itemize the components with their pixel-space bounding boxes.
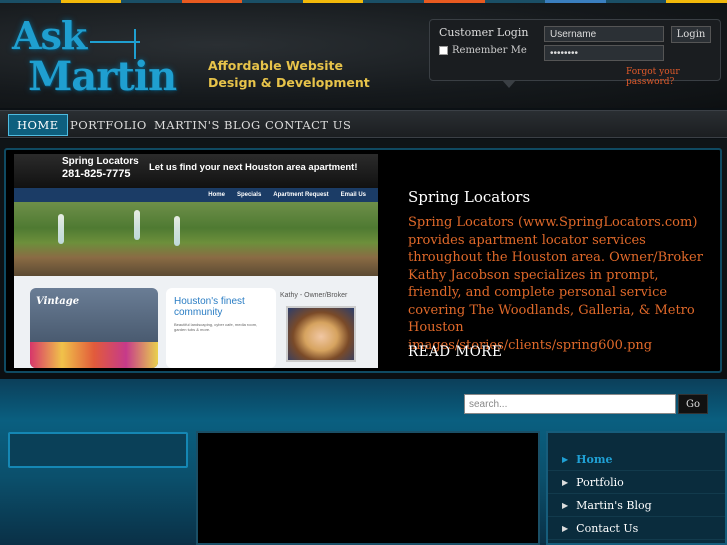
password-input[interactable] bbox=[544, 45, 664, 61]
sidebar-item-label: Home bbox=[576, 452, 613, 466]
shot-apartment-card: Vintage bbox=[30, 288, 158, 368]
forgot-password-link[interactable]: Forgot your password? bbox=[626, 67, 727, 87]
arrow-right-icon: ▶ bbox=[562, 477, 569, 487]
shot-menu-item: Home bbox=[208, 192, 225, 198]
tagline: Affordable Website Design & Development bbox=[208, 57, 370, 91]
shot-message: Let us find your next Houston area apart… bbox=[149, 162, 358, 173]
nav-item-martins-blog[interactable]: MARTIN'S BLOG bbox=[146, 114, 269, 136]
feature-title: Spring Locators bbox=[408, 188, 531, 206]
logo-ask: Ask bbox=[12, 13, 87, 58]
sidebar-item-label: Martin's Blog bbox=[576, 498, 652, 512]
nav-item-home[interactable]: HOME bbox=[8, 114, 68, 136]
shot-menu-item: Email Us bbox=[340, 192, 366, 198]
shot-menu-item: Specials bbox=[236, 192, 262, 198]
tagline-line2: Design & Development bbox=[208, 75, 370, 90]
remember-me-checkbox[interactable] bbox=[439, 46, 448, 55]
feature-screenshot[interactable]: Spring Locators 281-825-7775 Let us find… bbox=[14, 154, 378, 368]
sidebar-item-home[interactable]: ▶ Home bbox=[548, 448, 725, 471]
sidebar-item-label: Contact Us bbox=[576, 521, 639, 535]
fountain-shape bbox=[58, 214, 64, 244]
logo[interactable]: Ask Martin bbox=[10, 13, 177, 100]
fountain-shape bbox=[174, 216, 180, 246]
shot-phone: 281-825-7775 bbox=[62, 168, 131, 180]
center-content-box bbox=[196, 431, 540, 545]
shot-finest-heading: Houston's finest community bbox=[174, 296, 245, 318]
shot-kathy-label: Kathy - Owner/Broker bbox=[280, 292, 348, 299]
sidebar-item-martins-blog[interactable]: ▶ Martin's Blog bbox=[548, 494, 725, 517]
arrow-right-icon: ▶ bbox=[562, 454, 569, 464]
arrow-right-icon: ▶ bbox=[562, 500, 569, 510]
sidebar-menu: ▶ Home ▶ Portfolio ▶ Martin's Blog ▶ Con… bbox=[548, 448, 725, 540]
nav-item-contact-us[interactable]: CONTACT US bbox=[257, 114, 359, 136]
login-notch bbox=[502, 80, 516, 88]
shot-menu-item: Apartment Request bbox=[273, 192, 329, 198]
left-module-box bbox=[8, 432, 188, 468]
nav-item-portfolio[interactable]: PORTFOLIO bbox=[62, 114, 155, 136]
feature-description: Spring Locators (www.SpringLocators.com)… bbox=[408, 215, 703, 353]
search-input[interactable]: search... bbox=[464, 394, 676, 414]
shot-portrait bbox=[286, 306, 356, 362]
fountain-shape bbox=[134, 210, 140, 240]
username-input[interactable] bbox=[544, 26, 664, 42]
shot-finest-text: Beautiful landscaping, cyber cafe, media… bbox=[174, 322, 258, 332]
shot-card-title: Vintage bbox=[36, 296, 80, 307]
sidebar-item-label: Portfolio bbox=[576, 475, 624, 489]
remember-me[interactable]: Remember Me bbox=[439, 45, 527, 56]
login-button[interactable]: Login bbox=[671, 26, 711, 43]
logo-martin: Martin bbox=[28, 53, 177, 100]
main-nav: HOME PORTFOLIO MARTIN'S BLOG CONTACT US bbox=[0, 110, 727, 138]
search-go-button[interactable]: Go bbox=[678, 394, 708, 414]
shot-flowers bbox=[30, 342, 158, 368]
shot-landscape-photo bbox=[14, 202, 378, 276]
tagline-line1: Affordable Website bbox=[208, 58, 343, 73]
arrow-right-icon: ▶ bbox=[562, 523, 569, 533]
login-title: Customer Login bbox=[439, 26, 529, 39]
shot-brand: Spring Locators bbox=[62, 156, 139, 167]
shot-finest-card: Houston's finest community Beautiful lan… bbox=[166, 288, 276, 368]
logo-cross-horizontal bbox=[90, 41, 140, 43]
read-more-link[interactable]: READ MORE bbox=[408, 344, 502, 360]
remember-me-label: Remember Me bbox=[452, 45, 527, 56]
sidebar-item-contact-us[interactable]: ▶ Contact Us bbox=[548, 517, 725, 540]
shot-menu: Home Specials Apartment Request Email Us bbox=[14, 188, 378, 202]
sidebar-item-portfolio[interactable]: ▶ Portfolio bbox=[548, 471, 725, 494]
